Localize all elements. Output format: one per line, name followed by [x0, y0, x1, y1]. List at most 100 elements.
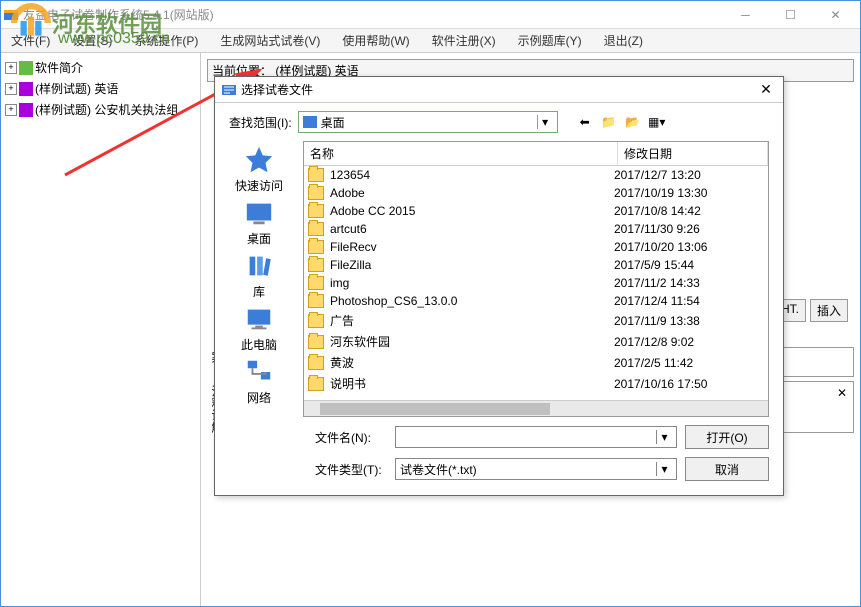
place-label: 桌面	[247, 230, 271, 247]
folder-icon	[308, 294, 324, 308]
menu-help[interactable]: 使用帮助(W)	[338, 30, 413, 51]
desktop-icon	[303, 116, 317, 128]
tree-panel: + 软件简介 + (样例试题) 英语 + (样例试题) 公安机关执法组	[1, 53, 201, 606]
place-label: 网络	[247, 389, 271, 406]
file-row[interactable]: FileZilla2017/5/9 15:44	[304, 256, 768, 274]
insert-button[interactable]: 插入	[810, 299, 848, 322]
file-name: FileRecv	[330, 240, 614, 254]
file-date: 2017/11/9 13:38	[614, 314, 764, 328]
file-row[interactable]: Photoshop_CS6_13.0.02017/12/4 11:54	[304, 292, 768, 310]
file-name: 说明书	[330, 375, 614, 392]
tree-item-police[interactable]: + (样例试题) 公安机关执法组	[5, 99, 196, 120]
file-name: artcut6	[330, 222, 614, 236]
place-label: 快速访问	[235, 177, 283, 194]
file-list: 名称 修改日期 1236542017/12/7 13:20Adobe2017/1…	[303, 141, 769, 417]
close-button[interactable]: ✕	[813, 2, 858, 28]
folder-icon	[308, 276, 324, 290]
place-label: 库	[253, 283, 265, 300]
col-name[interactable]: 名称	[304, 142, 618, 165]
file-date: 2017/12/7 13:20	[614, 168, 764, 182]
places-bar: 快速访问 桌面 库 此电脑 网络	[215, 141, 303, 417]
back-icon[interactable]: ⬅	[576, 113, 594, 131]
tree-label: (样例试题) 公安机关执法组	[35, 101, 178, 118]
filetype-label: 文件类型(T):	[315, 461, 387, 478]
file-date: 2017/10/16 17:50	[614, 377, 764, 391]
folder-icon	[308, 186, 324, 200]
place-desktop[interactable]: 桌面	[243, 198, 275, 247]
folder-icon	[308, 377, 324, 391]
place-library[interactable]: 库	[243, 251, 275, 300]
file-row[interactable]: 河东软件园2017/12/8 9:02	[304, 331, 768, 352]
file-name: 123654	[330, 168, 614, 182]
dialog-title: 选择试卷文件	[241, 81, 755, 98]
file-row[interactable]: 黄波2017/2/5 11:42	[304, 352, 768, 373]
network-icon	[243, 357, 275, 387]
file-date: 2017/10/19 13:30	[614, 186, 764, 200]
file-row[interactable]: artcut62017/11/30 9:26	[304, 220, 768, 238]
scrollbar-thumb[interactable]	[320, 403, 550, 415]
filetype-select[interactable]: 试卷文件(*.txt) ▾	[395, 458, 677, 480]
folder-icon	[308, 314, 324, 328]
file-row[interactable]: FileRecv2017/10/20 13:06	[304, 238, 768, 256]
file-row[interactable]: img2017/11/2 14:33	[304, 274, 768, 292]
diamond-icon	[19, 82, 33, 96]
chevron-down-icon[interactable]: ▾	[537, 115, 553, 129]
place-network[interactable]: 网络	[243, 357, 275, 406]
expand-icon[interactable]: +	[5, 104, 17, 116]
file-row[interactable]: Adobe CC 20152017/10/8 14:42	[304, 202, 768, 220]
tree-item-english[interactable]: + (样例试题) 英语	[5, 78, 196, 99]
filename-input[interactable]: ▾	[395, 426, 677, 448]
file-date: 2017/11/30 9:26	[614, 222, 764, 236]
file-date: 2017/11/2 14:33	[614, 276, 764, 290]
file-name: FileZilla	[330, 258, 614, 272]
range-label: 查找范围(I):	[229, 114, 292, 131]
watermark-logo-icon	[10, 2, 52, 44]
cancel-button[interactable]: 取消	[685, 457, 769, 481]
new-folder-icon[interactable]: 📂	[624, 113, 642, 131]
file-row[interactable]: 1236542017/12/7 13:20	[304, 166, 768, 184]
menu-generate[interactable]: 生成网站式试卷(V)	[216, 30, 324, 51]
file-date: 2017/5/9 15:44	[614, 258, 764, 272]
file-date: 2017/12/4 11:54	[614, 294, 764, 308]
tree-item-intro[interactable]: + 软件简介	[5, 57, 196, 78]
menu-examples[interactable]: 示例题库(Y)	[514, 30, 586, 51]
menu-register[interactable]: 软件注册(X)	[428, 30, 500, 51]
dialog-close-icon[interactable]: ✕	[755, 81, 777, 98]
file-row[interactable]: 广告2017/11/9 13:38	[304, 310, 768, 331]
chevron-down-icon[interactable]: ▾	[656, 430, 672, 444]
place-quick[interactable]: 快速访问	[235, 145, 283, 194]
file-date: 2017/10/20 13:06	[614, 240, 764, 254]
place-thispc[interactable]: 此电脑	[241, 304, 277, 353]
file-date: 2017/12/8 9:02	[614, 335, 764, 349]
tree-label: 软件简介	[35, 59, 83, 76]
dialog-icon	[221, 82, 237, 98]
diamond-icon	[19, 103, 33, 117]
file-dialog: 选择试卷文件 ✕ 查找范围(I): 桌面 ▾ ⬅ 📁 📂 ▦▾ 快速访问 桌面	[214, 76, 784, 496]
h-scrollbar[interactable]	[304, 400, 768, 416]
open-button[interactable]: 打开(O)	[685, 425, 769, 449]
folder-icon	[308, 204, 324, 218]
expand-icon[interactable]: +	[5, 62, 17, 74]
folder-icon	[308, 258, 324, 272]
file-name: 河东软件园	[330, 333, 614, 350]
range-value: 桌面	[321, 114, 345, 131]
file-row[interactable]: 说明书2017/10/16 17:50	[304, 373, 768, 394]
dialog-titlebar: 选择试卷文件 ✕	[215, 77, 783, 103]
notes-close-icon[interactable]: ✕	[837, 386, 847, 400]
watermark: 河东软件园	[10, 2, 162, 44]
chevron-down-icon[interactable]: ▾	[656, 462, 672, 476]
view-menu-icon[interactable]: ▦▾	[648, 113, 666, 131]
computer-icon	[243, 304, 275, 334]
col-date[interactable]: 修改日期	[618, 142, 768, 165]
range-select[interactable]: 桌面 ▾	[298, 111, 558, 133]
expand-icon[interactable]: +	[5, 83, 17, 95]
minimize-button[interactable]: ─	[723, 2, 768, 28]
menu-exit[interactable]: 退出(Z)	[600, 30, 647, 51]
maximize-button[interactable]: ☐	[768, 2, 813, 28]
up-folder-icon[interactable]: 📁	[600, 113, 618, 131]
watermark-text: 河东软件园	[52, 7, 162, 39]
folder-icon	[308, 168, 324, 182]
place-label: 此电脑	[241, 336, 277, 353]
file-row[interactable]: Adobe2017/10/19 13:30	[304, 184, 768, 202]
folder-icon	[308, 222, 324, 236]
